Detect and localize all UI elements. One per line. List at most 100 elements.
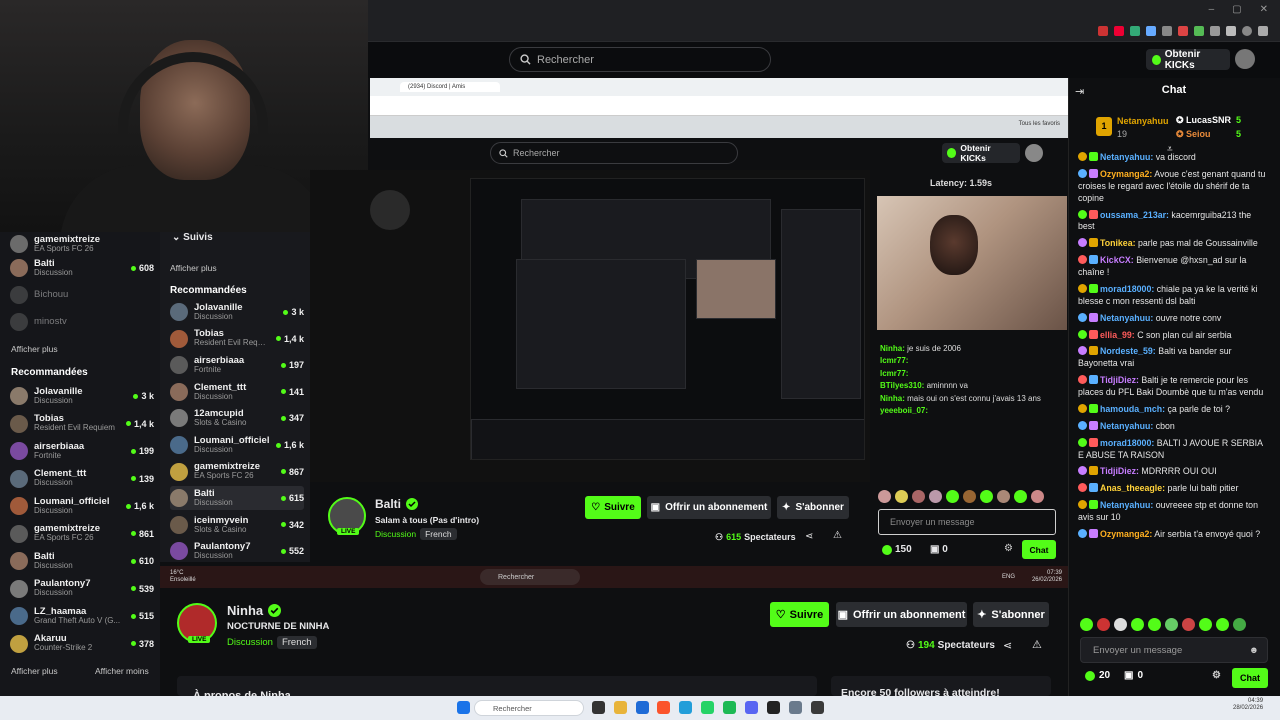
chat-username[interactable]: Ninha: [880,344,905,353]
chat-username[interactable]: Anas_theeagle: [1100,483,1165,493]
sidebar-item[interactable]: LZ_haamaa Grand Theft Auto V (G... 515 [10,604,154,628]
sidebar-item[interactable]: Loumani_officiel Discussion 1,6 k [10,494,154,518]
menu-icon[interactable] [1258,25,1268,36]
start-icon[interactable] [457,701,470,714]
language-tag[interactable]: French [420,528,457,540]
gift-balance[interactable]: ▣ 0 [1124,670,1143,681]
gift-sub-button[interactable]: ▣ Offrir un abonnement [647,496,771,519]
category-link[interactable]: Discussion [375,529,416,539]
language-tag[interactable]: French [276,636,317,649]
emote-icon[interactable] [1148,618,1161,631]
get-kicks-button[interactable]: Obtenir KICKs [1146,49,1230,71]
sidebar-item[interactable]: airserbiaaa Fortnite 197 [170,353,304,377]
chat-username[interactable]: Ozymanga2: [1100,169,1152,179]
sidebar-item[interactable]: airserbiaaa Fortnite 199 [10,439,154,463]
chat-username[interactable]: Netanyahuu: [1100,421,1153,431]
chat-username[interactable]: KickCX: [1100,255,1134,265]
chat-username[interactable]: morad18000: [1100,284,1154,294]
sidepanel-icon[interactable] [1226,25,1236,36]
sidebar-item[interactable]: gamemixtreize EA Sports FC 26 861 [10,522,154,546]
emoji-icon[interactable]: ☻ [1249,645,1259,656]
share-icon[interactable]: ⋖ [1003,639,1012,652]
sidebar-item[interactable]: Akaruu Counter-Strike 2 378 [10,632,154,656]
emote-icon[interactable] [1199,618,1212,631]
chat-username[interactable]: hamouda_mch: [1100,404,1165,414]
sidebar-item[interactable]: Paulantony7 Discussion 552 [170,539,304,563]
emote-icon[interactable] [929,490,942,503]
spotify-icon[interactable] [723,701,736,714]
emote-icon[interactable] [1216,618,1229,631]
leaderboard-name[interactable]: Netanyahuu [1117,116,1169,126]
profile-icon[interactable] [1242,25,1252,36]
chat-username[interactable]: yeeeboii_07: [880,406,928,415]
leaderboard-second[interactable]: ✪ LucasSNR [1176,115,1231,126]
file-explorer-icon[interactable] [614,701,627,714]
kicks-balance[interactable]: 20 [1085,670,1110,681]
sidebar-item[interactable]: Clement_ttt Discussion 141 [170,380,304,404]
user-avatar[interactable] [1235,49,1255,69]
category-link[interactable]: Discussion [227,637,273,648]
chat-username[interactable]: TidjiDiez: [1100,375,1139,385]
taskbar-search[interactable]: Rechercher [474,700,584,716]
discord-icon[interactable] [745,701,758,714]
chat-username[interactable]: Netanyahuu: [1100,500,1153,510]
sidebar-item[interactable]: Balti Discussion 610 [10,549,154,573]
sidebar-item[interactable]: Clement_ttt Discussion 139 [10,467,154,491]
leaderboard-third[interactable]: ✪ Seiou [1176,129,1211,140]
ninha-name[interactable]: Ninha [227,603,282,618]
chat-username[interactable]: oussama_213ar: [1100,210,1169,220]
emote-icon[interactable] [1097,618,1110,631]
whatsapp-icon[interactable] [701,701,714,714]
extension-icon[interactable] [1194,25,1204,36]
chat-username[interactable]: Ozymanga2: [1100,529,1152,539]
chat-username[interactable]: lcmr77: [880,356,908,365]
chat-username[interactable]: TidjiDiez: [1100,466,1139,476]
extension-icon[interactable] [1130,25,1140,36]
extension-icon[interactable] [1098,25,1108,36]
puzzle-icon[interactable] [1210,25,1220,36]
chat-username[interactable]: Netanyahuu: [1100,152,1153,162]
app-icon[interactable] [636,701,649,714]
emote-icon[interactable] [895,490,908,503]
settings-app-icon[interactable] [789,701,802,714]
chat-username[interactable]: ellia_99: [1100,330,1135,340]
sidebar-item[interactable]: Balti Discussion 615 [170,486,304,511]
report-icon[interactable]: ⚠ [833,530,842,541]
app-icon[interactable] [767,701,780,714]
chat-input[interactable]: Envoyer un message ☻ [1080,637,1268,663]
settings-icon[interactable]: ⚙ [1212,670,1221,681]
emote-icon[interactable] [1182,618,1195,631]
close-icon[interactable]: ✕ [1260,4,1268,15]
app-icon[interactable] [811,701,824,714]
emote-icon[interactable] [980,490,993,503]
extension-icon[interactable] [1162,25,1172,36]
show-less-link[interactable]: Afficher moins [95,666,149,676]
ninha-subscribe-button[interactable]: ✦ S'abonner [973,602,1049,627]
ninha-follow-button[interactable]: ♡ Suivre [770,602,829,627]
emote-icon[interactable] [997,490,1010,503]
streamer-name[interactable]: Balti [375,497,419,511]
share-icon[interactable]: ⋖ [805,531,813,542]
chat-username[interactable]: Nordeste_59: [1100,346,1156,356]
chat-username[interactable]: lcmr77: [880,369,908,378]
follow-button[interactable]: ♡ Suivre [585,496,641,519]
emote-icon[interactable] [1114,618,1127,631]
chat-username[interactable]: Netanyahuu: [1100,313,1153,323]
brave-icon[interactable] [657,701,670,714]
nested-get-kicks-button[interactable]: Obtenir KICKs [942,143,1020,163]
sidebar-item[interactable]: Tobias Resident Evil Requiem 1,4 k [10,412,154,436]
emote-icon[interactable] [963,490,976,503]
emote-icon[interactable] [1080,618,1093,631]
sidebar-item[interactable]: minostv [10,310,154,334]
nested-chat-button[interactable]: Chat [1022,540,1056,559]
report-icon[interactable]: ⚠ [1032,638,1042,651]
sidebar-item[interactable]: Balti Discussion 608 [10,256,154,280]
emote-icon[interactable] [1131,618,1144,631]
chat-username[interactable]: Ninha: [880,394,905,403]
settings-icon[interactable]: ⚙ [1004,543,1013,554]
sidebar-item[interactable]: Paulantony7 Discussion 539 [10,577,154,601]
nested-search-input[interactable]: Rechercher [490,142,738,164]
sidebar-item[interactable]: Jolavanille Discussion 3 k [10,384,154,408]
sidebar-item[interactable]: 12amcupid Slots & Casino 347 [170,406,304,430]
discord-tab[interactable]: (2934) Discord | Amis [400,82,500,92]
